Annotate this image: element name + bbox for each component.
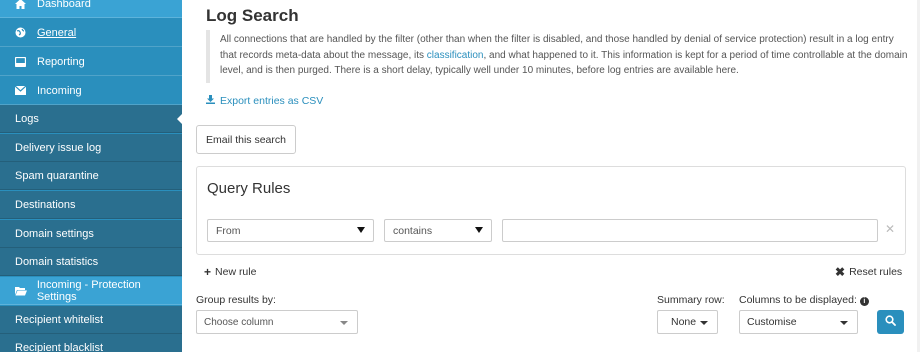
sidebar-item-label: General xyxy=(37,26,77,39)
sidebar-item-logs[interactable]: Logs xyxy=(0,105,183,133)
close-icon: ✖ xyxy=(835,265,846,279)
classification-link[interactable]: classification xyxy=(427,50,484,61)
query-rules-panel: Query Rules From contains ✕ xyxy=(196,166,906,255)
report-icon xyxy=(15,56,29,67)
sidebar-item-label: Delivery issue log xyxy=(15,141,102,154)
rule-field-select[interactable]: From xyxy=(207,219,374,242)
sidebar-item-label: Logs xyxy=(15,112,39,125)
export-csv-link[interactable]: Export entries as CSV xyxy=(206,95,323,107)
sidebar-item-label: Domain settings xyxy=(15,227,94,240)
sidebar-item-recipient-whitelist[interactable]: Recipient whitelist xyxy=(0,306,182,334)
search-icon xyxy=(885,315,896,329)
caret-down-icon xyxy=(340,321,348,325)
sidebar-item-general[interactable]: General xyxy=(0,19,182,47)
sidebar-item-dashboard[interactable]: Dashboard xyxy=(0,0,182,18)
sidebar-item-label: Incoming - Protection Settings xyxy=(36,278,141,303)
sidebar-item-delivery-issue-log[interactable]: Delivery issue log xyxy=(0,134,182,162)
sidebar-item-spam-quarantine[interactable]: Spam quarantine xyxy=(0,162,182,190)
sidebar-item-label: Recipient whitelist xyxy=(15,313,104,326)
export-csv-label: Export entries as CSV xyxy=(220,95,324,107)
sidebar-item-label: Recipient blacklist xyxy=(15,341,104,352)
group-by-select[interactable]: Choose column xyxy=(196,310,358,334)
page-title: Log Search xyxy=(206,6,299,25)
plus-icon: + xyxy=(204,265,212,279)
caret-down-icon xyxy=(700,321,708,325)
columns-displayed-text: Columns to be displayed: xyxy=(739,294,857,306)
reset-rules-button[interactable]: ✖ Reset rules xyxy=(835,265,902,279)
group-by-placeholder: Choose column xyxy=(204,316,274,328)
sidebar-item-reporting[interactable]: Reporting xyxy=(0,48,182,76)
remove-rule-icon[interactable]: ✕ xyxy=(885,222,895,236)
sidebar-item-recipient-blacklist[interactable]: Recipient blacklist xyxy=(0,334,182,352)
sidebar-item-label: Domain statistics xyxy=(15,255,99,268)
caret-down-icon xyxy=(840,321,848,325)
columns-displayed-label: Columns to be displayed: i xyxy=(739,294,869,306)
envelope-icon xyxy=(15,86,29,95)
reset-rules-label: Reset rules xyxy=(849,266,903,278)
home-icon xyxy=(15,0,29,9)
rule-field-value: From xyxy=(216,224,241,237)
folder-icon xyxy=(15,286,29,296)
sidebar-item-protection-settings[interactable]: Incoming - Protection Settings xyxy=(0,277,182,305)
summary-row-dropdown[interactable]: None xyxy=(657,310,718,334)
sidebar-item-domain-statistics[interactable]: Domain statistics xyxy=(0,248,182,276)
sidebar-item-label: Destinations xyxy=(15,198,76,211)
rule-value-input[interactable] xyxy=(502,219,878,242)
info-icon[interactable]: i xyxy=(859,297,869,306)
summary-row-value: None xyxy=(671,316,697,328)
rule-operator-value: contains xyxy=(393,224,433,237)
sidebar-item-label: Reporting xyxy=(37,55,85,68)
sidebar-item-domain-settings[interactable]: Domain settings xyxy=(0,220,182,248)
summary-row-label: Summary row: xyxy=(657,294,725,306)
sidebar-item-label: Dashboard xyxy=(37,0,91,10)
download-icon xyxy=(206,95,215,107)
columns-select[interactable]: Customise xyxy=(739,310,858,334)
new-rule-label: New rule xyxy=(215,266,257,278)
rule-operator-select[interactable]: contains xyxy=(384,219,492,242)
email-search-button[interactable]: Email this search xyxy=(196,125,296,154)
sidebar-item-destinations[interactable]: Destinations xyxy=(0,191,182,219)
page-description: All connections that are handled by the … xyxy=(206,30,908,83)
caret-down-icon xyxy=(357,227,365,233)
query-rules-title: Query Rules xyxy=(207,180,291,197)
sidebar-item-incoming[interactable]: Incoming xyxy=(0,77,182,105)
main-content: Log Search All connections that are hand… xyxy=(182,0,920,352)
new-rule-button[interactable]: + New rule xyxy=(204,265,256,279)
group-results-label: Group results by: xyxy=(196,294,276,306)
sidebar-item-label: Incoming xyxy=(37,84,82,97)
sidebar: Dashboard General Reporting Incoming Log… xyxy=(0,0,183,352)
sidebar-item-label: Spam quarantine xyxy=(15,169,99,182)
columns-value: Customise xyxy=(747,316,797,328)
search-button[interactable] xyxy=(877,310,904,334)
caret-down-icon xyxy=(475,227,483,233)
globe-icon xyxy=(15,27,29,38)
